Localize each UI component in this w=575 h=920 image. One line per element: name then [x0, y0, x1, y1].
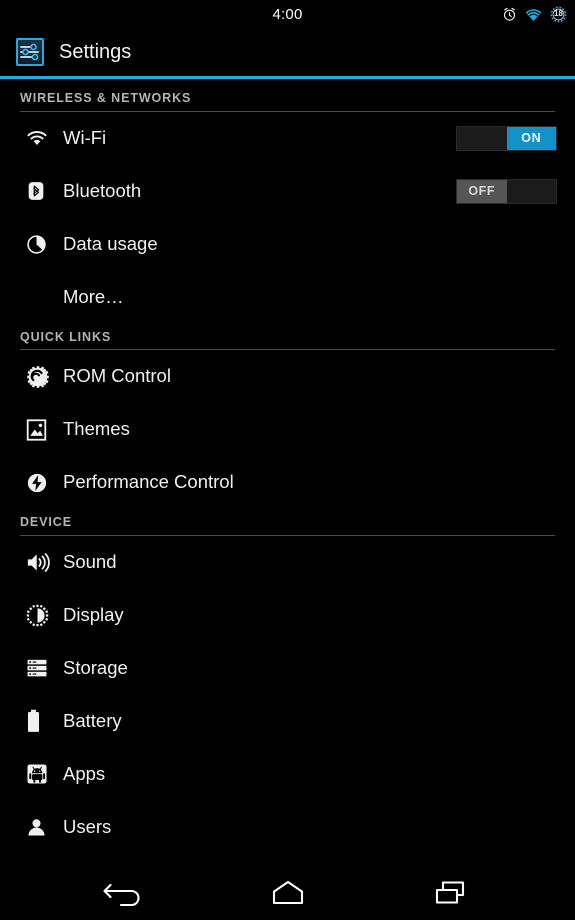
settings-row-label: Data usage — [63, 232, 158, 254]
page-title: Settings — [59, 41, 132, 63]
settings-row-label: Users — [63, 815, 112, 837]
wifi-signal-icon — [524, 7, 543, 22]
settings-screen: 4:00 18 Settings WIRELESS & NETWORKS Wi-… — [0, 0, 575, 920]
home-icon — [267, 879, 309, 907]
wifi-toggle-switch[interactable]: ON — [456, 125, 557, 151]
bluetooth-icon — [26, 180, 52, 202]
wifi-toggle-state: ON — [506, 126, 556, 150]
back-button[interactable] — [97, 873, 151, 913]
settings-row-themes[interactable]: Themes — [0, 403, 575, 456]
settings-row-label: Apps — [63, 762, 106, 784]
bluetooth-toggle-state: OFF — [457, 179, 507, 203]
status-bar: 4:00 18 — [0, 0, 575, 28]
rom-control-gear-icon — [26, 365, 52, 389]
settings-sliders-icon — [16, 38, 44, 66]
settings-row-label: ROM Control — [63, 365, 171, 387]
settings-row-label: Wi-Fi — [63, 126, 107, 148]
settings-row-label: Display — [63, 603, 124, 625]
settings-row-storage[interactable]: Storage — [0, 642, 575, 695]
section-header-device: DEVICE — [20, 515, 72, 529]
status-clock: 4:00 — [272, 5, 303, 23]
settings-row-display[interactable]: Display — [0, 589, 575, 642]
home-button[interactable] — [261, 873, 315, 913]
battery-level-icon: 18 — [550, 6, 567, 23]
back-arrow-icon — [102, 879, 145, 907]
recents-button[interactable] — [425, 873, 479, 913]
data-usage-pie-icon — [26, 234, 52, 255]
speaker-icon — [26, 552, 52, 573]
settings-row-bluetooth[interactable]: Bluetooth OFF — [0, 165, 575, 218]
navigation-bar — [0, 865, 575, 920]
settings-row-label: Bluetooth — [63, 179, 142, 201]
storage-icon — [26, 658, 52, 678]
settings-list[interactable]: WIRELESS & NETWORKS Wi-Fi ON Bluetooth O… — [0, 79, 575, 865]
settings-row-data-usage[interactable]: Data usage — [0, 218, 575, 271]
brightness-icon — [26, 604, 52, 627]
settings-row-more[interactable]: More… — [0, 271, 575, 324]
themes-picture-icon — [26, 418, 52, 441]
section-header-wireless: WIRELESS & NETWORKS — [20, 91, 192, 105]
recents-icon — [431, 879, 473, 907]
settings-row-apps[interactable]: Apps — [0, 748, 575, 801]
settings-row-battery[interactable]: Battery — [0, 695, 575, 748]
settings-row-label: Sound — [63, 550, 117, 572]
battery-icon — [26, 709, 52, 733]
section-header-quick-links: QUICK LINKS — [20, 329, 112, 344]
users-person-icon — [26, 817, 52, 838]
settings-row-label: Battery — [63, 709, 122, 731]
settings-row-label: More… — [63, 285, 124, 307]
performance-bolt-icon — [26, 472, 52, 494]
settings-row-label: Storage — [63, 656, 128, 678]
settings-row-label: Performance Control — [63, 471, 234, 493]
settings-row-users[interactable]: Users — [0, 801, 575, 854]
apps-android-icon — [26, 763, 52, 785]
battery-level-text: 18 — [554, 9, 563, 18]
settings-row-sound[interactable]: Sound — [0, 536, 575, 589]
action-bar: Settings — [0, 28, 575, 76]
alarm-clock-icon — [502, 7, 517, 22]
settings-row-label: Themes — [63, 418, 130, 440]
settings-row-rom-control[interactable]: ROM Control — [0, 350, 575, 403]
settings-row-wifi[interactable]: Wi-Fi ON — [0, 112, 575, 165]
wifi-icon — [26, 129, 52, 147]
settings-row-performance-control[interactable]: Performance Control — [0, 456, 575, 509]
status-icon-tray: 18 — [502, 0, 567, 28]
bluetooth-toggle-switch[interactable]: OFF — [456, 178, 557, 204]
